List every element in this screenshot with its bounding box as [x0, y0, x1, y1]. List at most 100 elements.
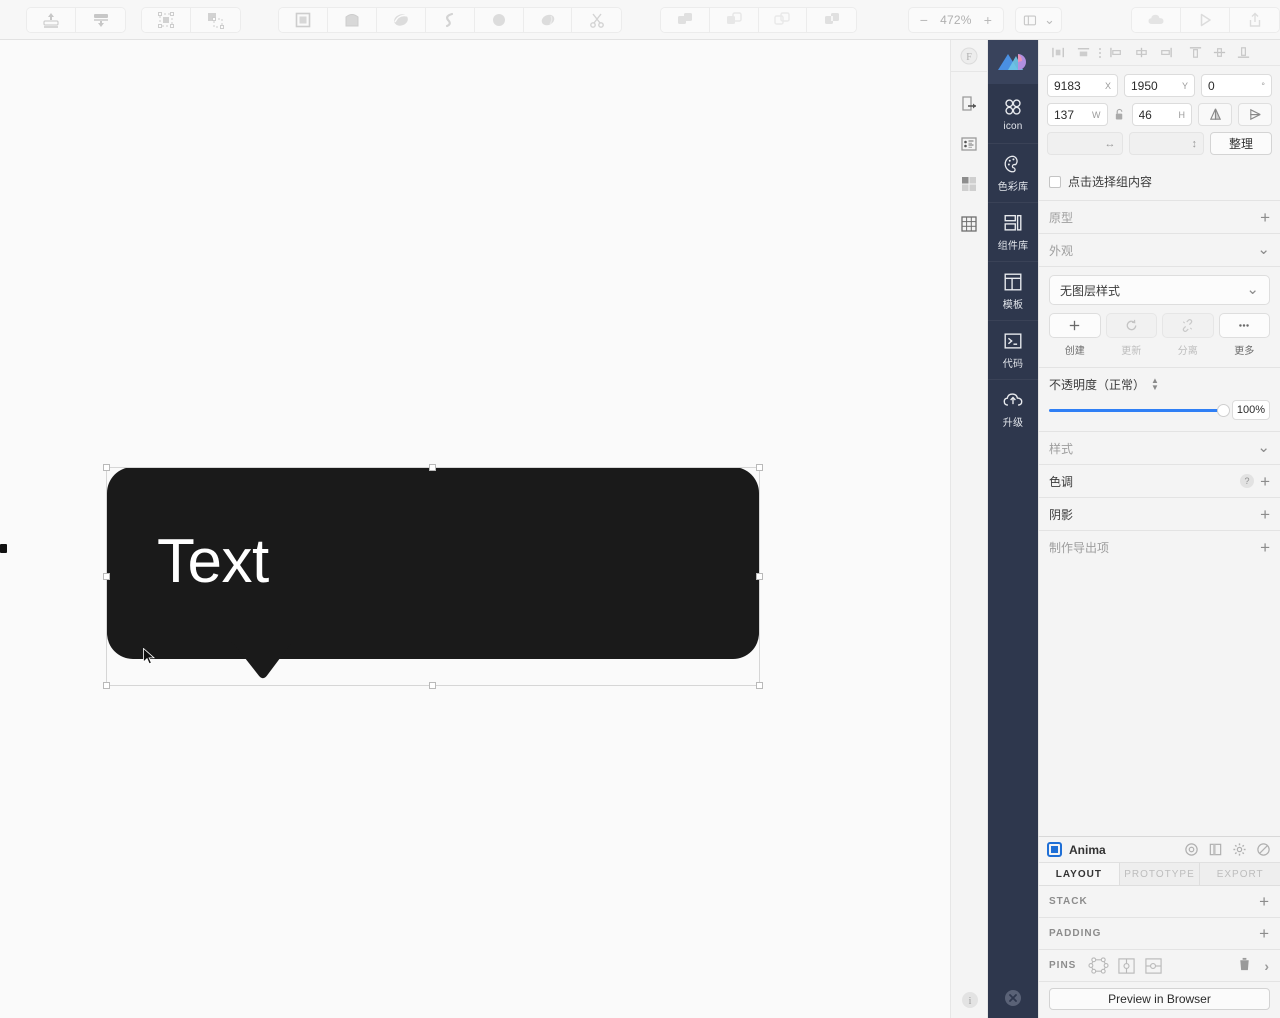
- pins-all-icon[interactable]: [1088, 956, 1109, 975]
- spacing-horizontal-field[interactable]: ↔: [1047, 132, 1123, 155]
- align-center-horizontal-icon[interactable]: [1071, 42, 1095, 64]
- add-export-button[interactable]: +: [1260, 539, 1270, 556]
- add-padding-button[interactable]: +: [1259, 925, 1270, 942]
- add-prototype-button[interactable]: +: [1260, 209, 1270, 226]
- detach-style-button[interactable]: 分离: [1162, 313, 1214, 357]
- section-style[interactable]: 样式 ⌄: [1039, 432, 1280, 465]
- resize-handle-bottom-left[interactable]: [103, 682, 110, 689]
- height-field[interactable]: H: [1131, 103, 1192, 126]
- resize-handle-top-left[interactable]: [103, 464, 110, 471]
- sidebar-item-component-library[interactable]: 组件库: [988, 202, 1038, 261]
- chevron-down-icon[interactable]: ⌄: [1257, 440, 1270, 455]
- tab-prototype[interactable]: PROTOTYPE: [1119, 863, 1201, 885]
- add-shadow-button[interactable]: +: [1260, 506, 1270, 523]
- boolean-intersect-button[interactable]: [758, 7, 808, 32]
- design-canvas[interactable]: Text: [0, 40, 950, 1018]
- opacity-value-field[interactable]: 100%: [1232, 400, 1270, 420]
- rotation-field[interactable]: °: [1201, 74, 1272, 97]
- pins-horizontal-icon[interactable]: [1144, 957, 1163, 975]
- boolean-union-button[interactable]: [660, 7, 710, 32]
- sidebar-item-upgrade[interactable]: 升级: [988, 379, 1038, 438]
- sidebar-item-code[interactable]: 代码: [988, 320, 1038, 379]
- rotation-input[interactable]: [1208, 78, 1258, 93]
- export-artboard-button[interactable]: [951, 84, 987, 124]
- boolean-subtract-button[interactable]: [709, 7, 759, 32]
- blend-mode-stepper[interactable]: ▲ ▼: [1151, 377, 1159, 392]
- flatten-button[interactable]: [377, 7, 426, 32]
- align-start-icon[interactable]: [1105, 42, 1129, 64]
- disable-icon[interactable]: [1255, 841, 1272, 858]
- chevron-down-icon[interactable]: ⌄: [1257, 242, 1270, 257]
- pins-vertical-icon[interactable]: [1117, 957, 1136, 975]
- x-input[interactable]: [1054, 78, 1101, 93]
- boolean-difference-button[interactable]: [807, 7, 857, 32]
- preview-in-browser-button[interactable]: Preview in Browser: [1049, 988, 1270, 1010]
- align-more-dots-icon[interactable]: [1095, 47, 1105, 58]
- tint-help-icon[interactable]: ?: [1240, 474, 1255, 488]
- group-button[interactable]: [142, 7, 191, 32]
- layer-list-button[interactable]: [951, 124, 987, 164]
- select-group-contents-row[interactable]: 点击选择组内容: [1039, 167, 1280, 201]
- tab-layout[interactable]: LAYOUT: [1039, 863, 1120, 885]
- resize-handle-bottom-right[interactable]: [756, 682, 763, 689]
- align-bottom-icon[interactable]: [1231, 42, 1255, 64]
- update-style-button[interactable]: 更新: [1105, 313, 1157, 357]
- section-appearance[interactable]: 外观 ⌄: [1039, 234, 1280, 267]
- y-input[interactable]: [1131, 78, 1178, 93]
- add-tint-button[interactable]: +: [1260, 473, 1270, 490]
- resize-handle-middle-right[interactable]: [756, 572, 763, 580]
- width-input[interactable]: [1054, 107, 1088, 122]
- more-style-button[interactable]: 更多: [1218, 313, 1270, 357]
- select-group-contents-checkbox[interactable]: [1049, 175, 1061, 188]
- x-field[interactable]: X: [1047, 74, 1118, 97]
- distribute-vertical-bottom-button[interactable]: [76, 7, 125, 32]
- cloud-sync-button[interactable]: [1132, 7, 1182, 32]
- height-input[interactable]: [1138, 107, 1175, 122]
- anima-row-stack[interactable]: STACK +: [1039, 886, 1280, 918]
- y-field[interactable]: Y: [1124, 74, 1195, 97]
- clip-button[interactable]: [328, 7, 377, 32]
- spacing-vertical-field[interactable]: ↕: [1128, 132, 1204, 155]
- grid-quad-button[interactable]: [951, 164, 987, 204]
- close-sidebar-button[interactable]: [988, 988, 1038, 1008]
- ungroup-button[interactable]: [190, 7, 240, 32]
- resize-handle-middle-left[interactable]: [103, 572, 110, 580]
- align-center-vertical-icon[interactable]: [1207, 42, 1231, 64]
- align-middle-icon[interactable]: [1129, 42, 1153, 64]
- width-field[interactable]: W: [1047, 103, 1108, 126]
- zoom-out-button[interactable]: −: [913, 9, 935, 31]
- fill-circle-button[interactable]: [474, 7, 524, 32]
- opacity-slider-knob[interactable]: [1217, 403, 1230, 417]
- create-style-button[interactable]: 创建: [1049, 313, 1101, 357]
- gear-icon[interactable]: [1231, 841, 1248, 858]
- rotate-copy-button[interactable]: [425, 7, 475, 32]
- align-left-icon[interactable]: [1047, 42, 1071, 64]
- resize-handle-top-center[interactable]: [429, 464, 436, 471]
- section-export[interactable]: 制作导出项 +: [1039, 531, 1280, 564]
- align-end-icon[interactable]: [1153, 42, 1177, 64]
- target-icon[interactable]: [1183, 841, 1200, 858]
- sidebar-item-icon[interactable]: icon: [988, 84, 1038, 143]
- pins-expand-icon[interactable]: ›: [1264, 958, 1270, 974]
- mask-button[interactable]: [279, 7, 329, 32]
- anima-row-padding[interactable]: PADDING +: [1039, 918, 1280, 950]
- resize-handle-bottom-center[interactable]: [429, 682, 436, 689]
- distribute-vertical-top-button[interactable]: [27, 7, 77, 32]
- opacity-slider[interactable]: [1049, 403, 1230, 417]
- flip-vertical-button[interactable]: [1238, 103, 1272, 126]
- section-prototype[interactable]: 原型 +: [1039, 201, 1280, 234]
- scissors-button[interactable]: [572, 7, 622, 32]
- layer-style-select[interactable]: 无图层样式 ⌄: [1049, 275, 1270, 305]
- tab-export[interactable]: EXPORT: [1200, 863, 1280, 885]
- grid-table-button[interactable]: [951, 204, 987, 244]
- app-logo[interactable]: [988, 40, 1038, 84]
- merge-button[interactable]: [523, 7, 573, 32]
- align-top-icon[interactable]: [1183, 42, 1207, 64]
- flip-horizontal-button[interactable]: [1198, 103, 1232, 126]
- section-shadow[interactable]: 阴影 +: [1039, 498, 1280, 531]
- section-tint[interactable]: 色调 ? +: [1039, 465, 1280, 498]
- sidebar-item-template[interactable]: 模板: [988, 261, 1038, 320]
- tidy-button[interactable]: 整理: [1210, 132, 1272, 155]
- figma-plugin-button[interactable]: F: [951, 40, 987, 72]
- sidebar-item-color-library[interactable]: 色彩库: [988, 143, 1038, 202]
